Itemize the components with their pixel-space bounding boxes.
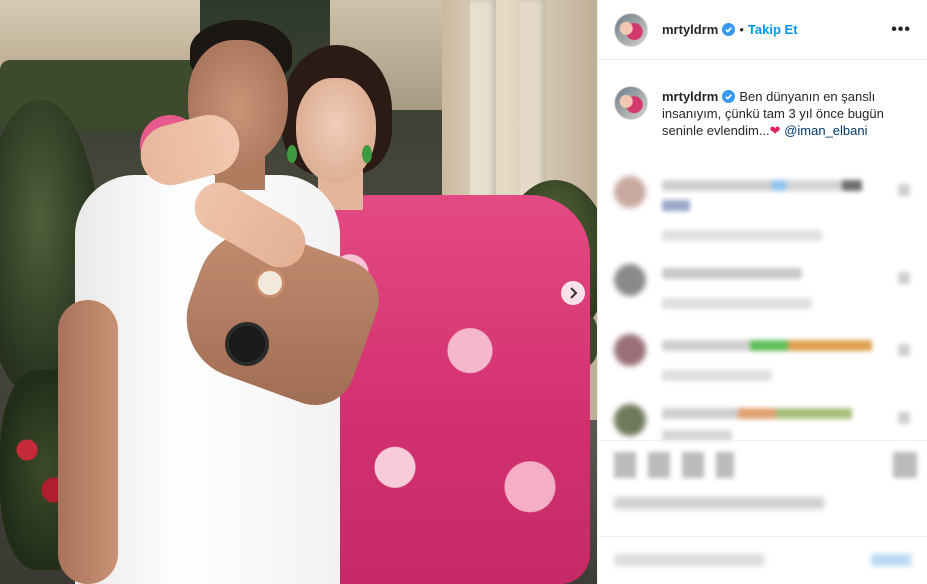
post-comment-button[interactable] [871,554,911,566]
earring [287,145,297,163]
like-icon [898,184,910,196]
username[interactable]: mrtyldrm [662,22,718,37]
watch [255,268,285,298]
avatar[interactable] [614,86,648,120]
like-icon [898,412,910,424]
avatar[interactable] [614,12,648,47]
comment-meta-blurred [662,370,772,381]
comment-text-blurred [662,340,872,351]
comment-input-blurred[interactable] [614,554,764,566]
comment-text-blurred [662,180,862,191]
follow-button[interactable]: Takip Et [748,22,798,37]
like-icon [898,272,910,284]
caption-text: mrtyldrm Ben dünyanın en şanslı insanıyım… [662,88,902,139]
man-arm [58,300,118,584]
action-icons-blurred [614,452,734,478]
comment-text-blurred [662,200,690,211]
likes-blurred [614,497,824,509]
comment-text-blurred [662,268,802,279]
divider [598,536,927,537]
caption: mrtyldrm Ben dünyanın en şanslı insanıyım… [598,60,927,139]
heart-icon: ❤ [769,123,781,138]
comment-meta-blurred [662,230,822,241]
chevron-right-icon [570,287,578,299]
next-photo-button[interactable] [561,281,585,305]
avatar [614,264,646,296]
caption-username[interactable]: mrtyldrm [662,89,718,104]
verified-badge-icon [722,23,736,36]
avatar [614,334,646,366]
comment-text-blurred [662,408,852,419]
watch [225,322,269,366]
post-photo[interactable] [0,0,597,584]
post-header: mrtyldrm • Takip Et ••• [598,0,927,60]
save-icon [893,452,917,478]
woman-face [296,78,376,183]
verified-badge-icon [722,90,736,103]
like-icon [898,344,910,356]
divider [598,440,927,441]
avatar [614,176,646,208]
post-side-panel: mrtyldrm • Takip Et ••• mrtyldrm Ben düny… [597,0,927,584]
mention-link[interactable]: @iman_elbani [784,123,867,138]
more-options-icon[interactable]: ••• [891,21,911,39]
avatar [614,404,646,436]
comment-meta-blurred [662,298,812,309]
separator-dot: • [739,22,744,37]
earring [362,145,372,163]
